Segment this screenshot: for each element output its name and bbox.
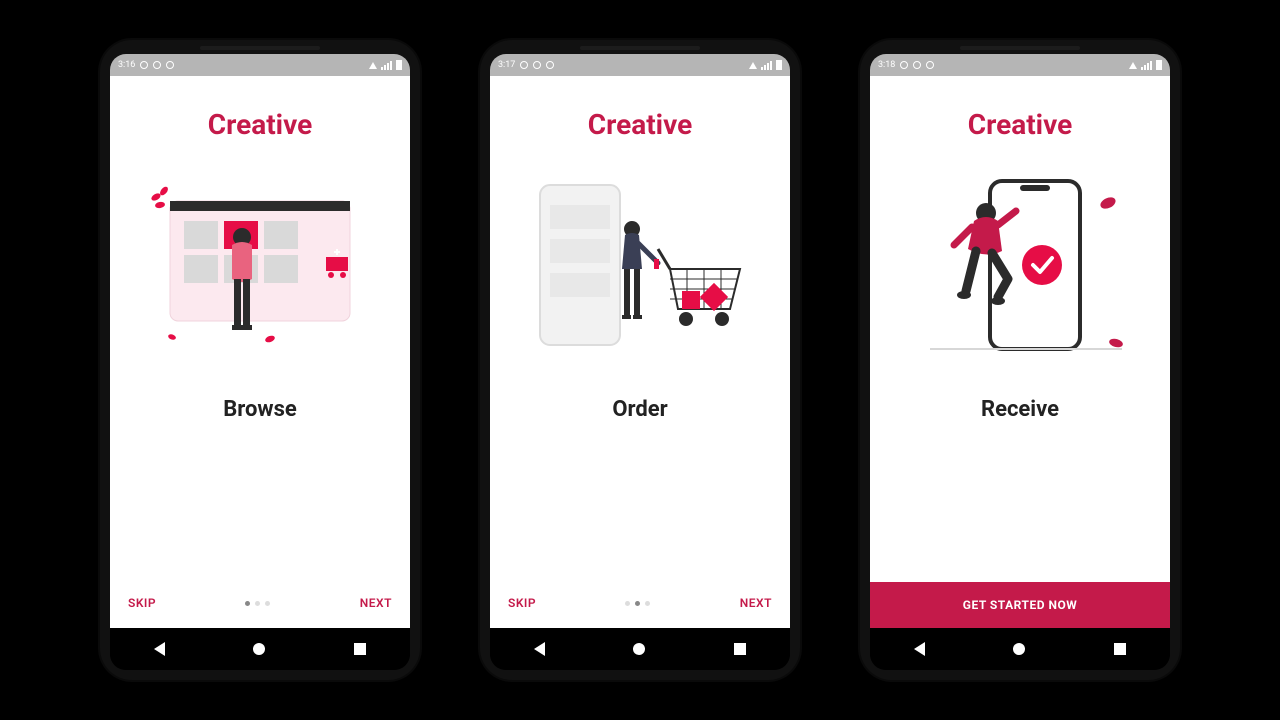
status-icon [546,61,554,69]
onboarding-screen-order: Creative [490,76,790,628]
next-button[interactable]: NEXT [740,596,772,610]
battery-icon [1156,60,1162,70]
status-icon [166,61,174,69]
phone-frame-3: 3:18 Creative [860,40,1180,680]
home-icon[interactable] [633,643,645,655]
onboarding-footer: SKIP NEXT [490,578,790,628]
battery-icon [396,60,402,70]
signal-icon [381,61,392,70]
status-icon [140,61,148,69]
phone-frame-2: 3:17 Creative [480,40,800,680]
back-icon[interactable] [154,642,165,656]
wifi-icon [369,62,377,69]
status-icon [926,61,934,69]
app-title: Creative [490,108,790,141]
status-bar: 3:18 [870,54,1170,76]
app-title: Creative [870,108,1170,141]
status-time: 3:16 [118,60,135,70]
onboarding-screen-receive: Creative [870,76,1170,628]
phone-speaker [960,46,1080,50]
skip-button[interactable]: SKIP [508,596,536,610]
step-title: Browse [110,397,410,422]
signal-icon [1141,61,1152,70]
recent-icon[interactable] [354,643,366,655]
illustration-receive [870,151,1170,371]
home-icon[interactable] [1013,643,1025,655]
illustration-order [490,151,790,371]
wifi-icon [1129,62,1137,69]
illustration-browse [110,151,410,371]
onboarding-footer: SKIP NEXT [110,578,410,628]
status-icon [520,61,528,69]
android-nav-bar [490,628,790,670]
page-indicator [625,601,650,606]
next-button[interactable]: NEXT [360,596,392,610]
get-started-button[interactable]: GET STARTED NOW [870,582,1170,628]
skip-button[interactable]: SKIP [128,596,156,610]
signal-icon [761,61,772,70]
status-time: 3:18 [878,60,895,70]
recent-icon[interactable] [1114,643,1126,655]
step-title: Receive [870,397,1170,422]
status-icon [913,61,921,69]
step-title: Order [490,397,790,422]
status-icon [900,61,908,69]
status-bar: 3:16 [110,54,410,76]
phone-speaker [580,46,700,50]
status-icon [533,61,541,69]
home-icon[interactable] [253,643,265,655]
android-nav-bar [110,628,410,670]
page-indicator [245,601,270,606]
phone-frame-1: 3:16 Creative [100,40,420,680]
app-title: Creative [110,108,410,141]
status-icon [153,61,161,69]
back-icon[interactable] [534,642,545,656]
onboarding-screen-browse: Creative [110,76,410,628]
phone-speaker [200,46,320,50]
wifi-icon [749,62,757,69]
back-icon[interactable] [914,642,925,656]
recent-icon[interactable] [734,643,746,655]
status-bar: 3:17 [490,54,790,76]
android-nav-bar [870,628,1170,670]
battery-icon [776,60,782,70]
status-time: 3:17 [498,60,515,70]
